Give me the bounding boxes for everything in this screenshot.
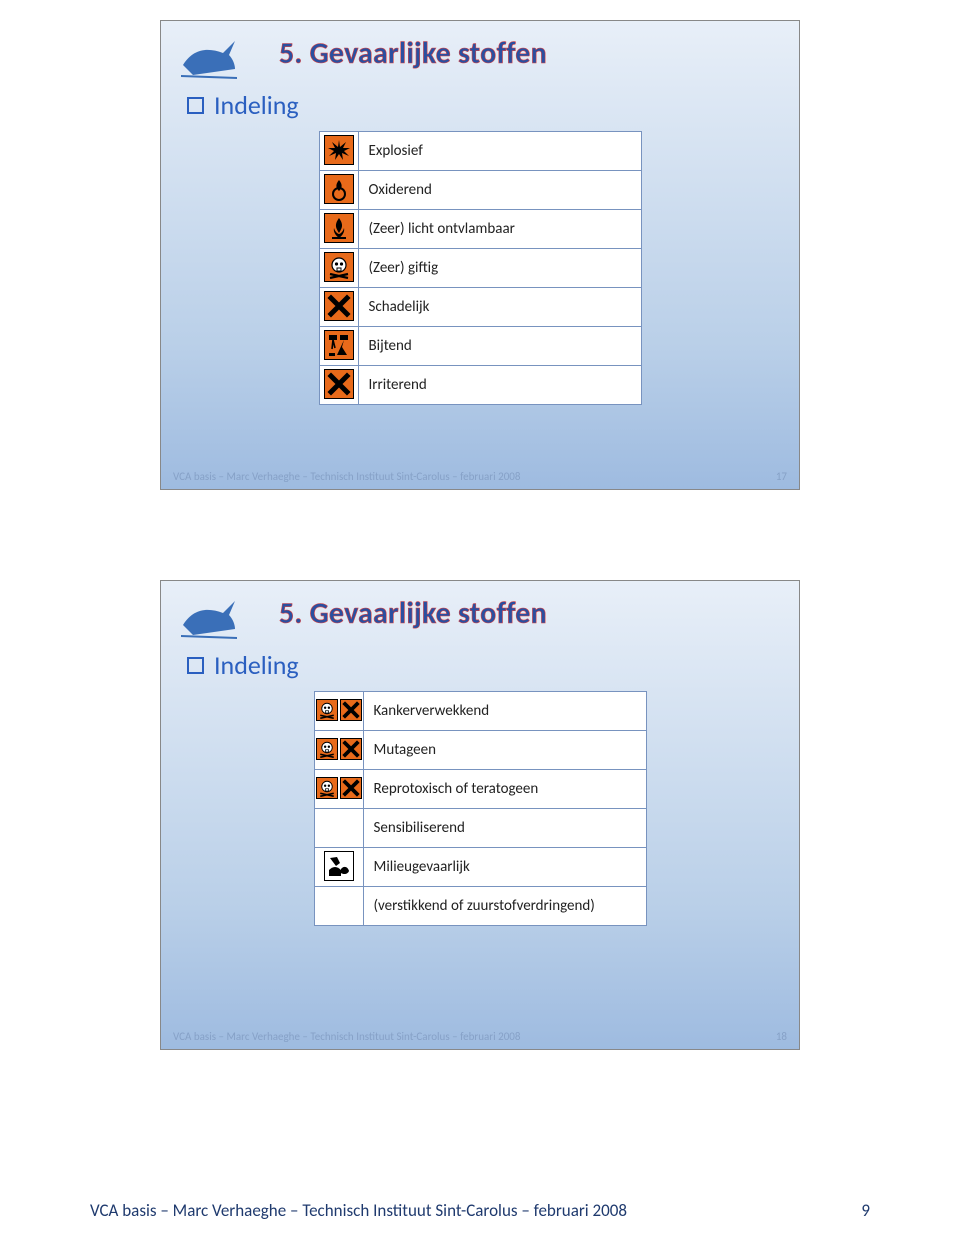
table-row: Schadelijk	[319, 288, 641, 327]
page-footer-text: VCA basis – Marc Verhaeghe – Technisch I…	[90, 1200, 627, 1221]
slide-17: 5. Gevaarlijke stoffen Indeling Explosie…	[160, 20, 800, 490]
hazard-label: (verstikkend of zuurstofverdringend)	[363, 887, 646, 926]
bird-icon	[179, 595, 239, 641]
page: 5. Gevaarlijke stoffen Indeling Explosie…	[0, 0, 960, 1251]
flammable-icon	[324, 213, 354, 243]
table-row: Sensibiliserend	[314, 809, 646, 848]
hazard-label: Oxiderend	[358, 171, 641, 210]
toxic-icon	[316, 738, 338, 760]
harmful-icon	[340, 699, 362, 721]
slide-footer: VCA basis – Marc Verhaeghe – Technisch I…	[173, 1030, 787, 1043]
harmful-icon	[340, 777, 362, 799]
slide-18: 5. Gevaarlijke stoffen Indeling Kankerve…	[160, 580, 800, 1050]
table-row: (Zeer) giftig	[319, 249, 641, 288]
hazard-icon-cell	[319, 366, 358, 405]
slide-footer-text: VCA basis – Marc Verhaeghe – Technisch I…	[173, 470, 520, 483]
page-footer: VCA basis – Marc Verhaeghe – Technisch I…	[90, 1200, 870, 1221]
hazard-label: Kankerverwekkend	[363, 692, 646, 731]
toxic-icon	[316, 777, 338, 799]
hazard-icon-cell	[314, 887, 363, 926]
section-heading: Indeling	[187, 89, 781, 121]
page-number: 9	[861, 1200, 870, 1221]
hazard-icon-cell	[319, 132, 358, 171]
explosive-icon	[324, 135, 354, 165]
hazard-label: Reprotoxisch of teratogeen	[363, 770, 646, 809]
hazard-label: Explosief	[358, 132, 641, 171]
section-label: Indeling	[214, 649, 299, 681]
hazard-label: Sensibiliserend	[363, 809, 646, 848]
corrosive-icon	[324, 330, 354, 360]
table-row: (Zeer) licht ontvlambaar	[319, 210, 641, 249]
hazard-label: Milieugevaarlijk	[363, 848, 646, 887]
hazard-label: Schadelijk	[358, 288, 641, 327]
irritant-icon	[324, 369, 354, 399]
section-heading: Indeling	[187, 649, 781, 681]
table-row: Milieugevaarlijk	[314, 848, 646, 887]
bullet-square-icon	[187, 657, 204, 674]
hazard-icon-cell	[314, 809, 363, 848]
hazard-icon-cell	[319, 210, 358, 249]
slide-number: 18	[776, 1030, 787, 1043]
hazard-table: Kankerverwekkend Mutageen	[314, 691, 647, 926]
harmful-icon	[324, 291, 354, 321]
oxidizing-icon	[324, 174, 354, 204]
table-row: Reprotoxisch of teratogeen	[314, 770, 646, 809]
hazard-icon-cell	[314, 731, 363, 770]
hazard-label: Bijtend	[358, 327, 641, 366]
hazard-icon-cell	[314, 692, 363, 731]
slide-title: 5. Gevaarlijke stoffen	[279, 595, 547, 632]
environment-icon	[324, 851, 354, 881]
hazard-icon-cell	[314, 770, 363, 809]
hazard-label: (Zeer) giftig	[358, 249, 641, 288]
section-label: Indeling	[214, 89, 299, 121]
slide-footer: VCA basis – Marc Verhaeghe – Technisch I…	[173, 470, 787, 483]
hazard-label: (Zeer) licht ontvlambaar	[358, 210, 641, 249]
toxic-icon	[324, 252, 354, 282]
table-row: Irriterend	[319, 366, 641, 405]
hazard-icon-cell	[319, 288, 358, 327]
hazard-label: Irriterend	[358, 366, 641, 405]
bird-icon	[179, 35, 239, 81]
slide-title: 5. Gevaarlijke stoffen	[279, 35, 547, 72]
slide-header: 5. Gevaarlijke stoffen	[179, 31, 781, 81]
table-row: Oxiderend	[319, 171, 641, 210]
slide-footer-text: VCA basis – Marc Verhaeghe – Technisch I…	[173, 1030, 520, 1043]
table-row: Mutageen	[314, 731, 646, 770]
hazard-icon-cell	[319, 327, 358, 366]
hazard-label: Mutageen	[363, 731, 646, 770]
table-row: Kankerverwekkend	[314, 692, 646, 731]
hazard-icon-cell	[319, 249, 358, 288]
slide-header: 5. Gevaarlijke stoffen	[179, 591, 781, 641]
toxic-icon	[316, 699, 338, 721]
table-row: Bijtend	[319, 327, 641, 366]
hazard-table: Explosief Oxiderend (Zeer) licht ontvlam…	[319, 131, 642, 405]
hazard-icon-cell	[319, 171, 358, 210]
harmful-icon	[340, 738, 362, 760]
table-row: (verstikkend of zuurstofverdringend)	[314, 887, 646, 926]
table-row: Explosief	[319, 132, 641, 171]
bullet-square-icon	[187, 97, 204, 114]
slide-number: 17	[776, 470, 787, 483]
hazard-icon-cell	[314, 848, 363, 887]
